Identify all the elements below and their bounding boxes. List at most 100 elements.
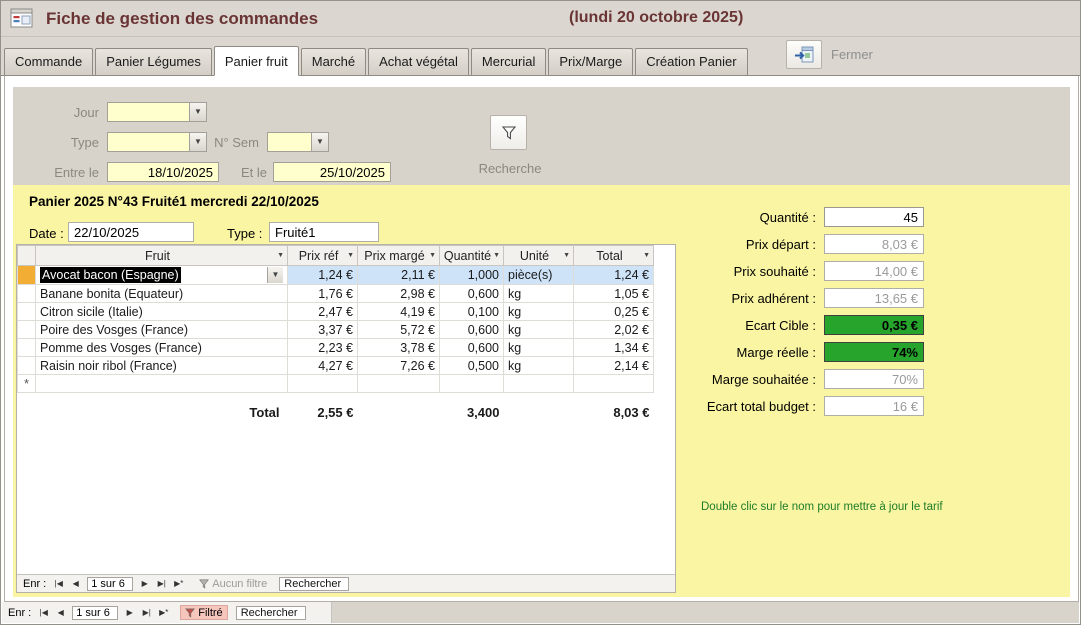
tab-commande[interactable]: Commande: [4, 48, 93, 75]
row-selector[interactable]: [18, 285, 36, 303]
cell-prix-ref[interactable]: 4,27 €: [288, 357, 358, 375]
row-selector[interactable]: [18, 357, 36, 375]
table-row[interactable]: Raisin noir ribol (France)4,27 €7,26 €0,…: [18, 357, 654, 375]
row-selector[interactable]: [18, 266, 36, 285]
nav-prev-button[interactable]: ◀: [52, 606, 69, 620]
filter-arrow-icon[interactable]: ▼: [429, 252, 436, 259]
cell-fruit[interactable]: Citron sicile (Italie): [36, 303, 288, 321]
et-le-field[interactable]: 25/10/2025: [273, 162, 391, 182]
chevron-down-icon[interactable]: ▼: [311, 133, 328, 151]
nav-last-button[interactable]: ▶|: [138, 606, 155, 620]
record-search-box[interactable]: Rechercher: [279, 577, 349, 591]
tab-mercurial[interactable]: Mercurial: [471, 48, 546, 75]
column-header-fruit[interactable]: Fruit▼: [36, 246, 288, 266]
record-position[interactable]: 1 sur 6: [72, 606, 118, 620]
type-field[interactable]: Fruité1: [269, 222, 379, 242]
nav-first-button[interactable]: |◀: [35, 606, 52, 620]
type-combo[interactable]: ▼: [107, 132, 207, 152]
cell-quantite[interactable]: 0,600: [440, 321, 504, 339]
cell-quantite[interactable]: 0,500: [440, 357, 504, 375]
cell-fruit[interactable]: Banane bonita (Equateur): [36, 285, 288, 303]
date-value: 22/10/2025: [74, 225, 139, 240]
filter-arrow-icon[interactable]: ▼: [347, 252, 354, 259]
nav-new-button[interactable]: ▶*: [170, 577, 187, 591]
cell-prix-marge[interactable]: 2,11 €: [358, 266, 440, 285]
filter-state-indicator[interactable]: Filtré: [180, 605, 227, 620]
cell-quantite[interactable]: 0,600: [440, 339, 504, 357]
cell-prix-ref[interactable]: 2,23 €: [288, 339, 358, 357]
nav-next-button[interactable]: ▶: [121, 606, 138, 620]
empty-cell[interactable]: [440, 375, 504, 393]
cell-unite[interactable]: pièce(s): [504, 266, 574, 285]
tab-prix-marge[interactable]: Prix/Marge: [548, 48, 633, 75]
tab-marche[interactable]: Marché: [301, 48, 366, 75]
chevron-down-icon[interactable]: ▼: [189, 133, 206, 151]
cell-fruit[interactable]: Raisin noir ribol (France): [36, 357, 288, 375]
entre-le-field[interactable]: 18/10/2025: [107, 162, 219, 182]
cell-prix-ref[interactable]: 3,37 €: [288, 321, 358, 339]
fermer-button[interactable]: [786, 40, 822, 69]
record-position[interactable]: 1 sur 6: [87, 577, 133, 591]
cell-fruit[interactable]: Pomme des Vosges (France): [36, 339, 288, 357]
fruit-combobox[interactable]: Avocat bacon (Espagne)▼: [40, 267, 283, 283]
row-selector[interactable]: [18, 321, 36, 339]
cell-unite[interactable]: kg: [504, 321, 574, 339]
cell-prix-marge[interactable]: 7,26 €: [358, 357, 440, 375]
empty-cell[interactable]: [504, 375, 574, 393]
table-row[interactable]: Poire des Vosges (France)3,37 €5,72 €0,6…: [18, 321, 654, 339]
cell-unite[interactable]: kg: [504, 357, 574, 375]
cell-unite[interactable]: kg: [504, 303, 574, 321]
cell-quantite[interactable]: 0,100: [440, 303, 504, 321]
cell-unite[interactable]: kg: [504, 339, 574, 357]
nav-prev-button[interactable]: ◀: [67, 577, 84, 591]
nav-last-button[interactable]: ▶|: [153, 577, 170, 591]
column-header-prix-marge[interactable]: Prix margé▼: [358, 246, 440, 266]
cell-fruit[interactable]: Poire des Vosges (France): [36, 321, 288, 339]
column-header-unite[interactable]: Unité▼: [504, 246, 574, 266]
filter-arrow-icon[interactable]: ▼: [563, 252, 570, 259]
chevron-down-icon[interactable]: ▼: [267, 267, 283, 283]
empty-cell[interactable]: [36, 375, 288, 393]
new-record-selector[interactable]: *: [18, 375, 36, 393]
nav-next-button[interactable]: ▶: [136, 577, 153, 591]
nsem-combo[interactable]: ▼: [267, 132, 329, 152]
recherche-button[interactable]: [490, 115, 527, 150]
chevron-down-icon[interactable]: ▼: [189, 103, 206, 121]
empty-cell[interactable]: [358, 375, 440, 393]
filter-arrow-icon[interactable]: ▼: [493, 252, 500, 259]
table-row[interactable]: Pomme des Vosges (France)2,23 €3,78 €0,6…: [18, 339, 654, 357]
cell-prix-marge[interactable]: 5,72 €: [358, 321, 440, 339]
tab-panier-fruit[interactable]: Panier fruit: [214, 46, 299, 76]
filter-arrow-icon[interactable]: ▼: [277, 252, 284, 259]
cell-unite[interactable]: kg: [504, 285, 574, 303]
cell-fruit[interactable]: Avocat bacon (Espagne)▼: [36, 266, 288, 285]
record-search-box[interactable]: Rechercher: [236, 606, 306, 620]
side-field-value[interactable]: 45: [824, 207, 924, 227]
nav-new-button[interactable]: ▶*: [155, 606, 172, 620]
new-record-row[interactable]: *: [18, 375, 654, 393]
tab-creation-panier[interactable]: Création Panier: [635, 48, 747, 75]
cell-prix-marge[interactable]: 3,78 €: [358, 339, 440, 357]
cell-prix-ref[interactable]: 1,24 €: [288, 266, 358, 285]
cell-prix-marge[interactable]: 2,98 €: [358, 285, 440, 303]
table-row[interactable]: Banane bonita (Equateur)1,76 €2,98 €0,60…: [18, 285, 654, 303]
nav-first-button[interactable]: |◀: [50, 577, 67, 591]
side-field-label: Marge souhaitée :: [712, 372, 816, 387]
column-header-quantite[interactable]: Quantité▼: [440, 246, 504, 266]
tab-achat-vegetal[interactable]: Achat végétal: [368, 48, 469, 75]
cell-prix-ref[interactable]: 2,47 €: [288, 303, 358, 321]
cell-prix-marge[interactable]: 4,19 €: [358, 303, 440, 321]
cell-prix-ref[interactable]: 1,76 €: [288, 285, 358, 303]
cell-quantite[interactable]: 0,600: [440, 285, 504, 303]
date-field[interactable]: 22/10/2025: [68, 222, 194, 242]
table-row[interactable]: Citron sicile (Italie)2,47 €4,19 €0,100k…: [18, 303, 654, 321]
table-row[interactable]: Avocat bacon (Espagne)▼ 1,24 €2,11 €1,000…: [18, 266, 654, 285]
row-selector[interactable]: [18, 303, 36, 321]
jour-combo[interactable]: ▼: [107, 102, 207, 122]
column-header-prix-ref[interactable]: Prix réf▼: [288, 246, 358, 266]
filter-state-indicator[interactable]: Aucun filtre: [195, 576, 271, 591]
empty-cell[interactable]: [288, 375, 358, 393]
tab-panier-legumes[interactable]: Panier Légumes: [95, 48, 212, 75]
row-selector[interactable]: [18, 339, 36, 357]
cell-quantite[interactable]: 1,000: [440, 266, 504, 285]
